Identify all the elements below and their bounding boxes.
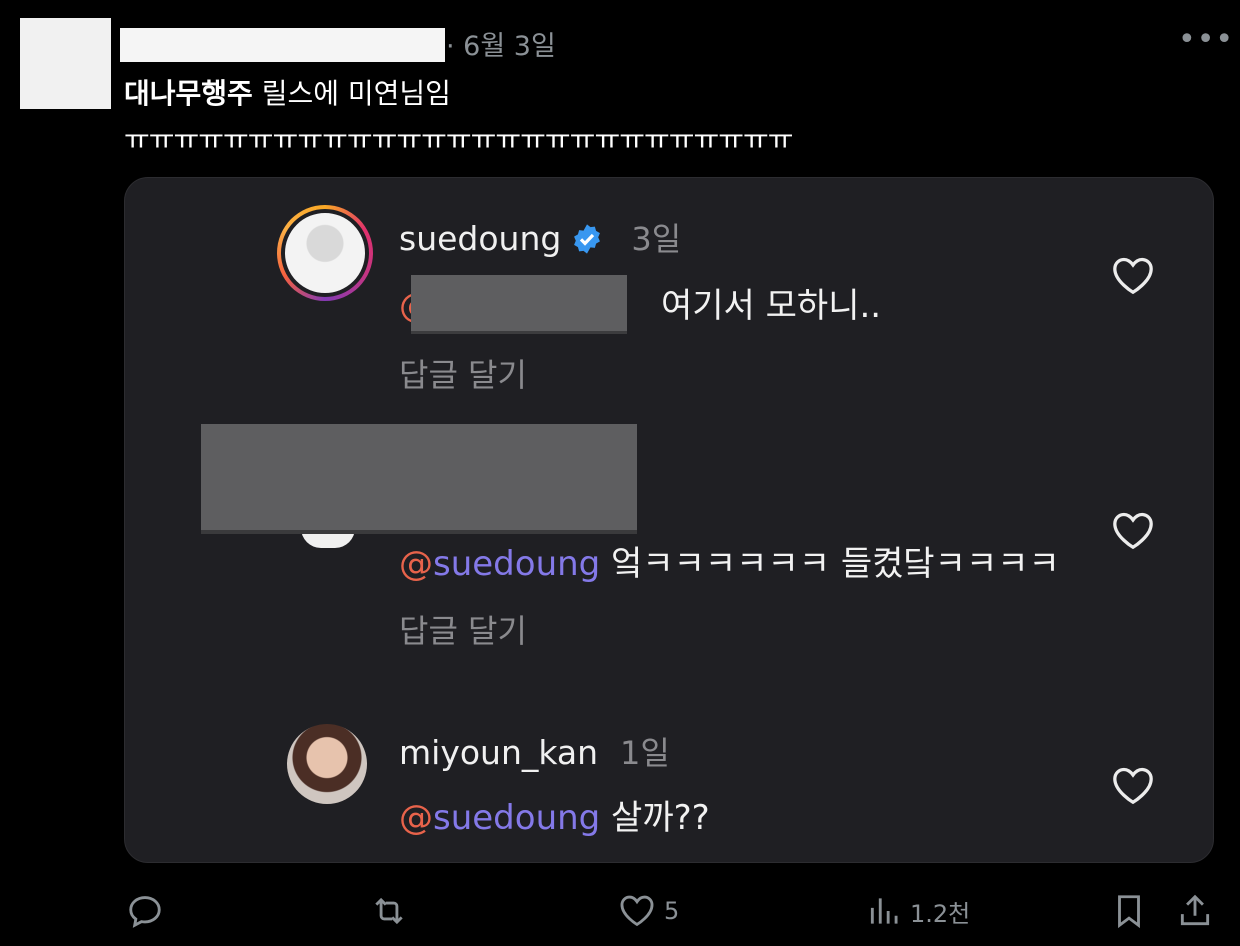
views-chart-icon (870, 898, 898, 924)
comment-3-mention-at: @ (399, 798, 433, 838)
tweet-text: 대나무행주 릴스에 미연님임 (124, 72, 451, 112)
comment-3-body: 살까?? (600, 798, 710, 838)
comment-2-body: 엌ㅋㅋㅋㅋㅋㅋ 들켰닼ㅋㅋㅋㅋ (600, 544, 1060, 584)
bookmark-icon (1118, 895, 1140, 929)
avatar-suedoung (281, 209, 369, 297)
comment-2-text: @suedoung 엌ㅋㅋㅋㅋㅋㅋ 들켰닼ㅋㅋㅋㅋ (399, 536, 1060, 585)
comment-1-reply-button[interactable]: 답글 달기 (399, 350, 527, 396)
comment-3-header: miyoun_kan 1일 (399, 728, 670, 774)
reply-icon (129, 896, 161, 928)
mention-redacted (411, 275, 627, 334)
comment-1-like-heart-icon[interactable] (1111, 255, 1155, 295)
comment-1-header: suedoung 3일 (399, 214, 681, 260)
retweet-action[interactable] (370, 892, 408, 930)
tweet-text-bold: 대나무행주 (124, 77, 253, 110)
comment-3-time: 1일 (620, 734, 670, 772)
retweet-icon (375, 897, 403, 925)
username-redacted (201, 424, 637, 534)
author-avatar-redacted[interactable] (20, 18, 111, 109)
more-options-icon[interactable]: ••• (1178, 22, 1234, 57)
like-action[interactable]: 5 (618, 892, 679, 930)
comment-1-body: 여기서 모하니.. (661, 286, 882, 326)
avatar-miyoun-kan (287, 724, 367, 804)
views-action[interactable]: 1.2천 (866, 892, 970, 930)
comment-1-time: 3일 (631, 220, 682, 258)
share-icon (1180, 894, 1210, 926)
tweet-date[interactable]: · 6월 3일 (446, 24, 556, 63)
reply-action[interactable] (126, 892, 164, 930)
media-card[interactable]: suedoung3일 @여기서 모하니.. 답글 달기 @suedoung 엌ㅋ… (124, 177, 1214, 863)
comment-2-reply-button[interactable]: 답글 달기 (399, 606, 527, 652)
comment-2-mention-name[interactable]: suedoung (433, 544, 600, 584)
verified-badge-icon (574, 224, 601, 254)
author-name-redacted[interactable] (120, 28, 445, 62)
comment-2-like-heart-icon[interactable] (1111, 510, 1155, 550)
like-heart-icon (620, 895, 654, 927)
like-count: 5 (664, 897, 680, 925)
comment-3-text: @suedoung 살까?? (399, 790, 710, 839)
share-action[interactable] (1176, 892, 1214, 930)
comment-3-like-heart-icon[interactable] (1111, 765, 1155, 805)
tweet-text-line2: ㅠㅠㅠㅠㅠㅠㅠㅠㅠㅠㅠㅠㅠㅠㅠㅠㅠㅠㅠㅠㅠㅠㅠㅠㅠㅠㅠ (124, 123, 794, 156)
tweet-text-rest: 릴스에 미연님임 (252, 77, 451, 110)
comment-3-username: miyoun_kan (399, 733, 599, 772)
comment-3-mention-name[interactable]: suedoung (433, 798, 600, 838)
comment-2-mention-at: @ (399, 544, 433, 584)
bookmark-action[interactable] (1110, 892, 1148, 930)
comment-1-username: suedoung (399, 219, 562, 258)
views-count: 1.2천 (910, 899, 971, 928)
